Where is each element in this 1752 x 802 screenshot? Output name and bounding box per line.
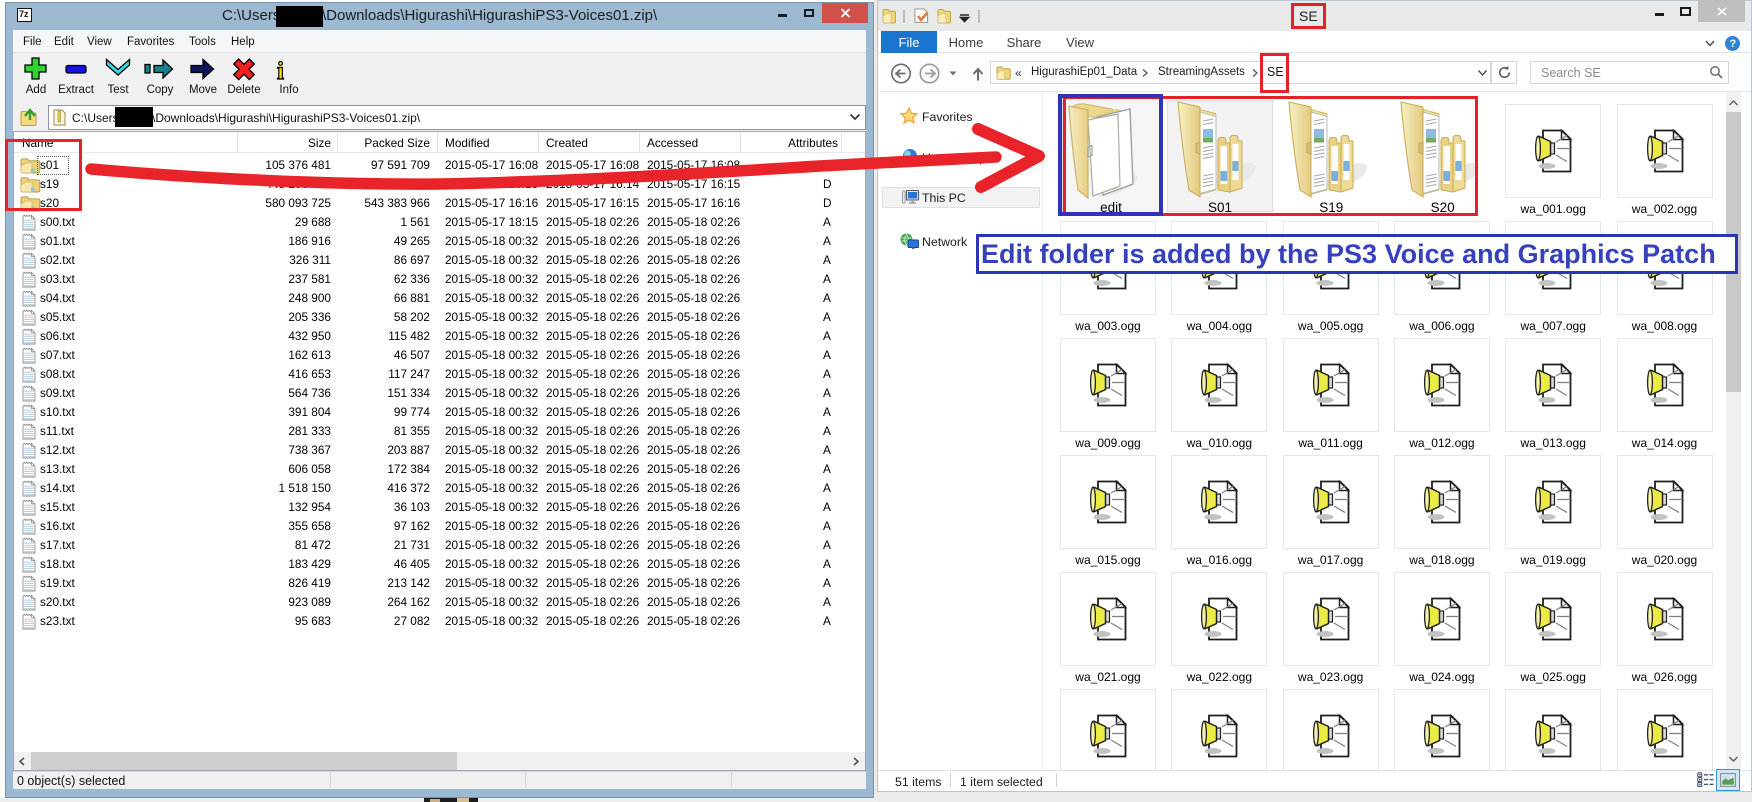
svg-text:i: i [277, 58, 284, 85]
